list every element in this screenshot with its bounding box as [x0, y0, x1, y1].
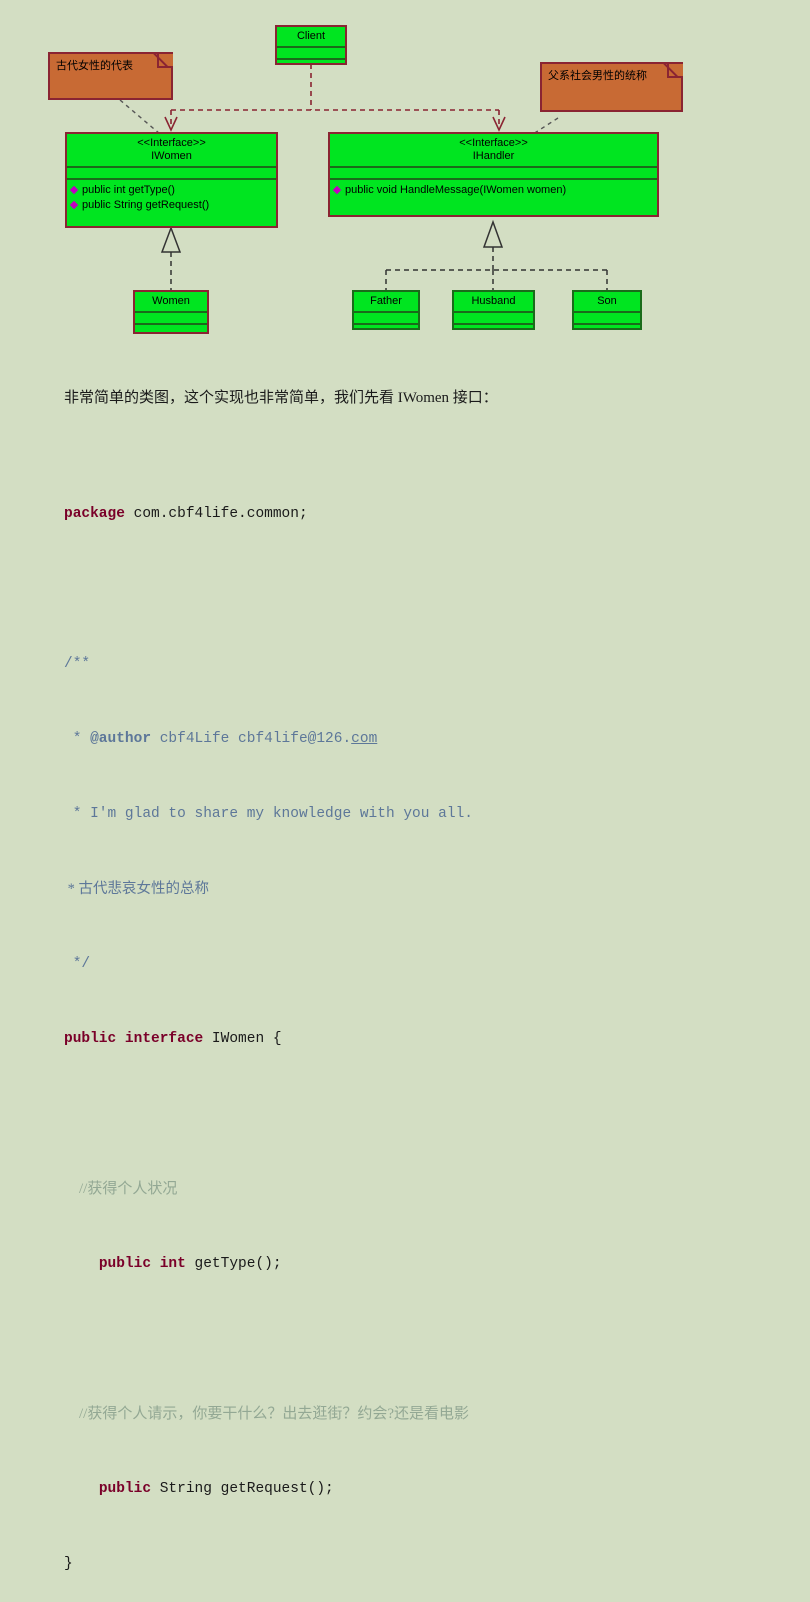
- uml-class-son[interactable]: Son: [572, 290, 642, 330]
- code-line: public int getType();: [98, 1256, 282, 1272]
- uml-note-women-text: 古代女性的代表: [56, 60, 133, 72]
- uml-member: public int getType(): [69, 183, 273, 198]
- code-line: }: [64, 1556, 73, 1572]
- uml-class-ihandler-operations: public void HandleMessage(IWomen women): [330, 180, 657, 201]
- uml-class-husband-attributes: [454, 313, 533, 323]
- uml-class-husband-operations: [454, 325, 533, 335]
- uml-class-father[interactable]: Father: [352, 290, 420, 330]
- note-right-border: [681, 76, 683, 110]
- uml-class-iwomen[interactable]: <<Interface>> IWomen public int getType(…: [65, 132, 278, 228]
- keyword-public-int: public int: [98, 1256, 186, 1272]
- uml-class-ihandler-title: <<Interface>> IHandler: [459, 137, 528, 162]
- uml-class-son-title: Son: [597, 295, 617, 307]
- uml-class-women-title: Women: [152, 295, 190, 307]
- uml-class-client-attributes: [277, 48, 345, 58]
- keyword-public-interface: public interface: [64, 1031, 204, 1047]
- visibility-diamond-icon: [332, 185, 342, 195]
- note-top-border: [48, 52, 159, 54]
- uml-member: public void HandleMessage(IWomen women): [332, 183, 654, 198]
- uml-class-client[interactable]: Client: [275, 25, 347, 65]
- code-line: * 古代悲哀女性的总称: [64, 881, 209, 897]
- javadoc-author-tag: @author: [90, 731, 152, 747]
- uml-class-ihandler-attributes: [330, 168, 657, 178]
- code-listing: package com.cbf4life.common; /** * @auth…: [64, 452, 784, 1602]
- keyword-public: public: [98, 1481, 152, 1497]
- code-line: /**: [64, 656, 91, 672]
- uml-class-client-operations: [277, 60, 345, 70]
- visibility-diamond-icon: [69, 200, 79, 210]
- uml-member: public String getRequest(): [69, 198, 273, 213]
- uml-class-iwomen-attributes: [67, 168, 276, 178]
- uml-class-women-attributes: [135, 313, 207, 323]
- keyword-package: package: [64, 506, 125, 522]
- uml-class-father-operations: [354, 325, 418, 335]
- uml-note-handler-text: 父系社会男性的统称: [548, 70, 647, 82]
- uml-class-iwomen-operations: public int getType() public String getRe…: [67, 180, 276, 216]
- uml-class-son-operations: [574, 325, 640, 335]
- code-line: package com.cbf4life.common;: [64, 506, 308, 522]
- uml-class-ihandler[interactable]: <<Interface>> IHandler public void Handl…: [328, 132, 659, 217]
- uml-class-women-operations: [135, 325, 207, 335]
- uml-class-client-title: Client: [296, 30, 326, 42]
- code-line: //获得个人请示，你要干什么？出去逛街？约会?还是看电影: [64, 1406, 469, 1422]
- uml-note-women[interactable]: 古代女性的代表: [48, 52, 173, 100]
- uml-class-husband[interactable]: Husband: [452, 290, 535, 330]
- uml-note-handler[interactable]: 父系社会男性的统称: [540, 62, 683, 112]
- uml-class-father-title: Father: [370, 295, 402, 307]
- note-top-border: [540, 62, 669, 64]
- uml-class-women[interactable]: Women: [133, 290, 209, 334]
- uml-class-son-attributes: [574, 313, 640, 323]
- code-line: public String getRequest();: [98, 1481, 334, 1497]
- code-line: public interface IWomen {: [64, 1031, 282, 1047]
- visibility-diamond-icon: [69, 185, 79, 195]
- uml-class-diagram: Client <<Interface>> IWomen public int g…: [0, 0, 810, 360]
- code-line: //获得个人状况: [64, 1181, 178, 1197]
- code-line: * @author cbf4Life cbf4life@126.com: [64, 731, 378, 747]
- code-line: * I'm glad to share my knowledge with yo…: [64, 806, 473, 822]
- article-paragraph: 非常简单的类图，这个实现也非常简单，我们先看 IWomen 接口：: [64, 390, 498, 406]
- code-line: */: [64, 956, 91, 972]
- email-domain-link[interactable]: com: [351, 731, 377, 747]
- uml-class-iwomen-title: <<Interface>> IWomen: [137, 137, 206, 162]
- note-right-border: [171, 66, 173, 98]
- uml-class-father-attributes: [354, 313, 418, 323]
- uml-class-husband-title: Husband: [471, 295, 516, 307]
